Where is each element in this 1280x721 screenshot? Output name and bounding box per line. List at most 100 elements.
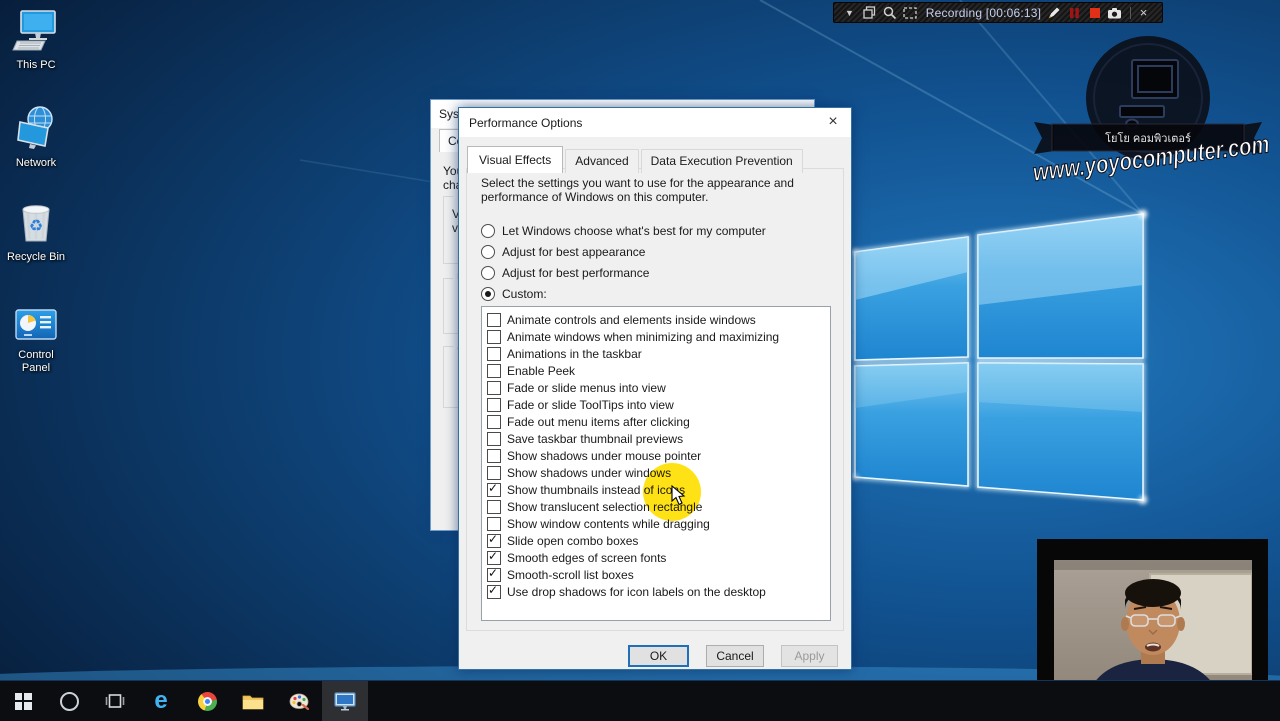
checkbox[interactable]: ✓	[487, 432, 501, 446]
desktop-icon-label: This PC	[4, 59, 68, 72]
checkbox[interactable]: ✓	[487, 313, 501, 327]
recording-status: Recording [00:06:13]	[921, 6, 1046, 20]
checkbox[interactable]: ✓	[487, 500, 501, 514]
chrome-button[interactable]	[184, 681, 230, 721]
paint-icon	[289, 692, 309, 710]
desktop-icon-control-panel[interactable]: Control Panel	[4, 308, 68, 375]
screenshot-camera-icon[interactable]	[1106, 4, 1123, 21]
zoom-icon[interactable]	[881, 4, 898, 21]
effect-row[interactable]: ✓ Animations in the taskbar	[485, 345, 830, 362]
effect-row[interactable]: ✓ Enable Peek	[485, 362, 830, 379]
stop-icon[interactable]	[1086, 4, 1103, 21]
file-explorer-icon	[242, 693, 264, 710]
recycle-arrows-glyph: ♻	[29, 218, 43, 235]
close-recorder-icon[interactable]: ×	[1135, 4, 1152, 21]
mode-radio-row[interactable]: Custom:	[481, 283, 766, 304]
cortana-button[interactable]	[46, 681, 92, 721]
effect-row[interactable]: ✓ Animate windows when minimizing and ma…	[485, 328, 830, 345]
effect-row[interactable]: ✓ Fade out menu items after clicking	[485, 413, 830, 430]
effect-row[interactable]: ✓ Use drop shadows for icon labels on th…	[485, 583, 830, 600]
dropdown-arrow-icon[interactable]: ▼	[841, 4, 858, 21]
start-button[interactable]	[0, 681, 46, 721]
control-panel-icon	[12, 308, 60, 342]
mode-label: Adjust for best performance	[502, 266, 649, 280]
close-icon[interactable]: ×	[815, 108, 851, 137]
checkbox[interactable]: ✓	[487, 466, 501, 480]
desktop-icon-recycle-bin[interactable]: ♻ Recycle Bin	[4, 198, 68, 264]
checkbox[interactable]: ✓	[487, 483, 501, 497]
tab[interactable]: Advanced	[565, 149, 638, 173]
mode-radio-row[interactable]: Adjust for best performance	[481, 262, 766, 283]
effect-row[interactable]: ✓ Slide open combo boxes	[485, 532, 830, 549]
ok-button[interactable]: OK	[628, 645, 689, 667]
draw-pen-icon[interactable]	[1046, 4, 1063, 21]
screen-recorder-toolbar[interactable]: ▼ Recording [00:06:13] ×	[833, 2, 1163, 23]
effect-row[interactable]: ✓ Smooth-scroll list boxes	[485, 566, 830, 583]
system-window-taskbar-button[interactable]	[322, 681, 368, 721]
chrome-icon	[198, 692, 217, 711]
effect-row[interactable]: ✓ Animate controls and elements inside w…	[485, 311, 830, 328]
channel-watermark: โยโย คอมพิวเตอร์ www.yoyocomputer.com	[1028, 26, 1280, 196]
radio-dot-icon	[485, 291, 491, 297]
effect-label: Show shadows under mouse pointer	[507, 449, 701, 463]
checkbox[interactable]: ✓	[487, 568, 501, 582]
effect-row[interactable]: ✓ Save taskbar thumbnail previews	[485, 430, 830, 447]
tab[interactable]: Data Execution Prevention	[641, 149, 803, 173]
mode-radio-row[interactable]: Let Windows choose what's best for my co…	[481, 220, 766, 241]
edge-button[interactable]: e	[138, 681, 184, 721]
performance-options-titlebar[interactable]: Performance Options ×	[459, 108, 851, 137]
toolbar-divider	[1130, 7, 1131, 19]
checkbox[interactable]: ✓	[487, 415, 501, 429]
effect-row[interactable]: ✓ Show shadows under mouse pointer	[485, 447, 830, 464]
checkbox[interactable]: ✓	[487, 381, 501, 395]
effect-row[interactable]: ✓ Smooth edges of screen fonts	[485, 549, 830, 566]
desktop-icon-label: Network	[4, 157, 68, 170]
checkbox[interactable]: ✓	[487, 585, 501, 599]
radio-button[interactable]	[481, 224, 495, 238]
check-mark-icon: ✓	[488, 549, 498, 563]
checkbox[interactable]: ✓	[487, 347, 501, 361]
tab[interactable]: Visual Effects	[467, 146, 563, 173]
check-mark-icon: ✓	[488, 481, 498, 495]
task-view-button[interactable]	[92, 681, 138, 721]
file-explorer-button[interactable]	[230, 681, 276, 721]
effect-label: Animations in the taskbar	[507, 347, 642, 361]
settings-description: Select the settings you want to use for …	[481, 176, 799, 204]
pause-icon[interactable]	[1066, 4, 1083, 21]
effect-row[interactable]: ✓ Fade or slide menus into view	[485, 379, 830, 396]
visual-effects-list[interactable]: ✓ Animate controls and elements inside w…	[481, 306, 831, 621]
radio-button[interactable]	[481, 287, 495, 301]
mode-label: Custom:	[502, 287, 547, 301]
checkbox[interactable]: ✓	[487, 449, 501, 463]
radio-button[interactable]	[481, 245, 495, 259]
effect-label: Slide open combo boxes	[507, 534, 638, 548]
performance-options-dialog[interactable]: Performance Options × Visual Effects Adv…	[458, 107, 852, 670]
cancel-button[interactable]: Cancel	[706, 645, 764, 667]
checkbox[interactable]: ✓	[487, 517, 501, 531]
mode-label: Let Windows choose what's best for my co…	[502, 224, 766, 238]
edge-icon: e	[154, 689, 167, 713]
checkbox[interactable]: ✓	[487, 330, 501, 344]
check-mark-icon: ✓	[488, 566, 498, 580]
radio-button[interactable]	[481, 266, 495, 280]
desktop-icon-label: Control Panel	[4, 349, 68, 375]
region-select-icon[interactable]	[901, 4, 918, 21]
taskbar[interactable]: e	[0, 680, 1280, 721]
checkbox[interactable]: ✓	[487, 364, 501, 378]
checkbox[interactable]: ✓	[487, 551, 501, 565]
effect-label: Save taskbar thumbnail previews	[507, 432, 683, 446]
paint-button[interactable]	[276, 681, 322, 721]
checkbox[interactable]: ✓	[487, 534, 501, 548]
desktop-icon-network[interactable]: Network	[4, 106, 68, 170]
system-window-icon	[333, 691, 357, 711]
mode-radio-row[interactable]: Adjust for best appearance	[481, 241, 766, 262]
cortana-icon	[60, 692, 79, 711]
desktop-icon-this-pc[interactable]: This PC	[4, 10, 68, 72]
window-select-icon[interactable]	[861, 4, 878, 21]
checkbox[interactable]: ✓	[487, 398, 501, 412]
effect-row[interactable]: ✓ Fade or slide ToolTips into view	[485, 396, 830, 413]
effect-label: Animate controls and elements inside win…	[507, 313, 756, 327]
recycle-bin-icon: ♻	[12, 198, 60, 244]
apply-button: Apply	[781, 645, 838, 667]
effect-label: Enable Peek	[507, 364, 575, 378]
